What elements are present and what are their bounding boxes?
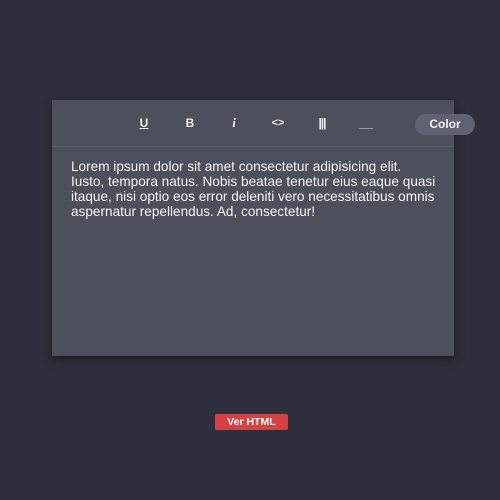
- code-button[interactable]: <>: [268, 113, 288, 133]
- horizontal-line-button[interactable]: __: [356, 113, 376, 133]
- underline-button[interactable]: U: [134, 113, 154, 133]
- rich-text-editor: U B i <> ||| __ Color Lorem ipsum dolor …: [52, 100, 475, 356]
- editor-content[interactable]: Lorem ipsum dolor sit amet consectetur a…: [52, 147, 454, 219]
- color-button[interactable]: Color: [415, 114, 475, 135]
- editor-toolbar: U B i <> ||| __ Color: [52, 100, 475, 147]
- strikethrough-button[interactable]: |||: [312, 113, 332, 133]
- ver-html-button[interactable]: Ver HTML: [215, 414, 288, 430]
- bold-button[interactable]: B: [180, 113, 200, 133]
- italic-button[interactable]: i: [224, 113, 244, 133]
